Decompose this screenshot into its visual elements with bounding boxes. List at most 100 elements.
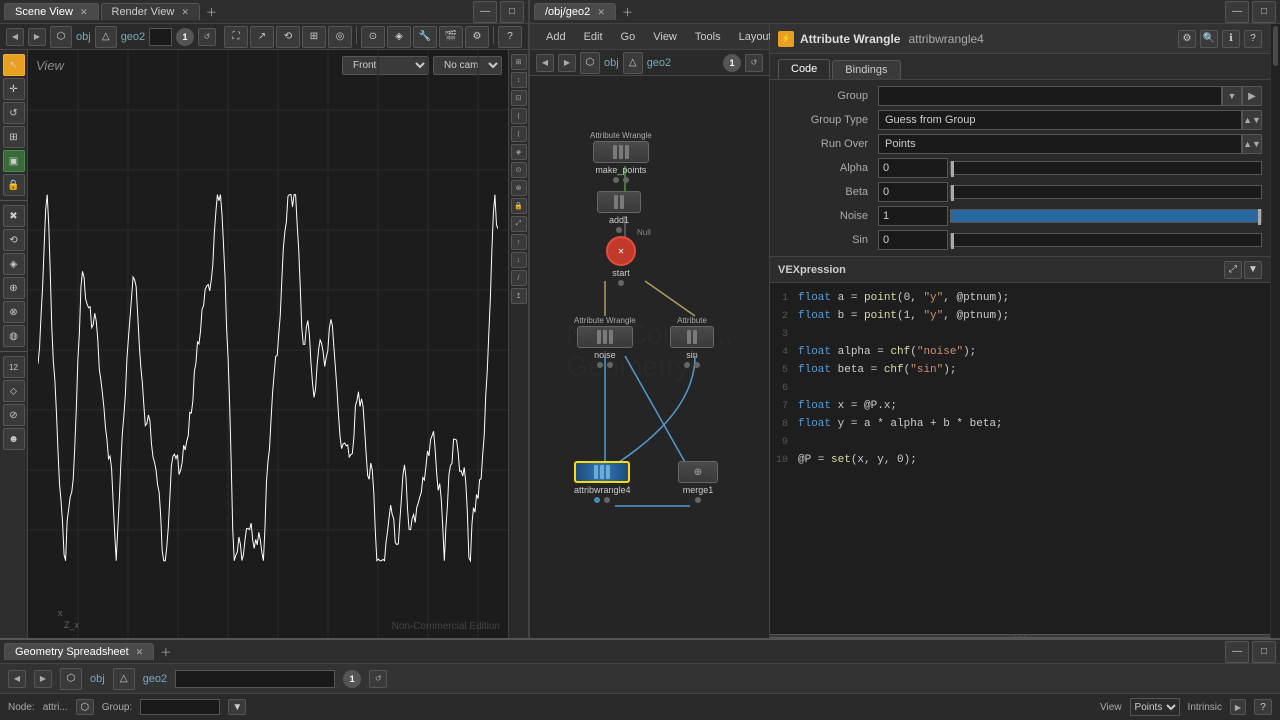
v-tool-8[interactable]: ⬦	[3, 380, 25, 402]
v-tool-7[interactable]: 12	[3, 356, 25, 378]
props-search[interactable]: 🔍	[1200, 30, 1218, 48]
node-noise-body[interactable]	[577, 326, 633, 348]
scale-tool[interactable]: ⊞	[3, 126, 25, 148]
v-tool-5[interactable]: ⊗	[3, 301, 25, 323]
tool-render[interactable]: 🎬	[439, 26, 463, 48]
side-icon-slash[interactable]: /	[511, 270, 527, 286]
add-bottom-tab[interactable]: ＋	[156, 644, 175, 660]
tool-6[interactable]: ⊙	[361, 26, 385, 48]
tool-2[interactable]: ↗	[250, 26, 274, 48]
node-make-points[interactable]: Attribute Wrangle make_points	[590, 131, 652, 183]
menu-go[interactable]: Go	[613, 29, 644, 45]
viewport-canvas[interactable]: View Front Top Side Perspective No cam c…	[28, 50, 508, 638]
tool-9[interactable]: ⚙	[465, 26, 489, 48]
bottom-back[interactable]: ◀	[8, 670, 26, 688]
sin-slider[interactable]	[950, 233, 1262, 247]
node-merge1-body[interactable]: ⊕	[678, 461, 718, 483]
group-filter-btn[interactable]: ▼	[228, 699, 246, 715]
side-icon-1[interactable]: ⊞	[511, 54, 527, 70]
bottom-refresh[interactable]: ↺	[369, 670, 387, 688]
node-noise[interactable]: Attribute Wrangle noise	[574, 316, 636, 368]
help-btn-bottom[interactable]: ?	[1254, 699, 1272, 715]
node-merge1[interactable]: ⊕ merge1	[678, 461, 718, 503]
node-sin-body[interactable]	[670, 326, 714, 348]
sin-value[interactable]	[878, 230, 948, 250]
bottom-path-input[interactable]	[175, 670, 335, 688]
beta-handle[interactable]	[951, 185, 954, 201]
side-icon-5[interactable]: ⟨	[511, 126, 527, 142]
bottom-forward[interactable]: ▶	[34, 670, 52, 688]
side-icon-4[interactable]: ⟨	[511, 108, 527, 124]
v-tool-9[interactable]: ⊘	[3, 404, 25, 426]
side-icon-11[interactable]: ↑	[511, 234, 527, 250]
beta-value[interactable]	[878, 182, 948, 202]
tab-obj-geo2[interactable]: /obj/geo2 ✕	[534, 3, 616, 20]
bottom-geo-icon[interactable]: △	[113, 668, 135, 690]
props-scrollbar[interactable]	[1270, 24, 1280, 638]
front-dropdown[interactable]: Front Top Side Perspective	[342, 56, 429, 75]
bottom-tab-close[interactable]: ✕	[136, 647, 144, 657]
tab-render-close[interactable]: ✕	[181, 7, 189, 17]
v-tool-2[interactable]: ⟲	[3, 229, 25, 251]
alpha-slider[interactable]	[950, 161, 1262, 175]
tool-move[interactable]: ⛶	[224, 26, 248, 48]
transform-tool[interactable]: ✛	[3, 78, 25, 100]
right-back[interactable]: ◀	[536, 54, 554, 72]
forward-btn[interactable]: ▶	[28, 28, 46, 46]
props-info[interactable]: ℹ	[1222, 30, 1240, 48]
play-btn[interactable]: ▶	[1230, 699, 1246, 715]
right-maximize[interactable]: □	[1252, 1, 1276, 23]
node-start-body[interactable]: ✕	[606, 236, 636, 266]
side-icon-6[interactable]: ◈	[511, 144, 527, 160]
node-add1[interactable]: add1	[597, 191, 641, 233]
side-icon-14[interactable]: ↥	[511, 288, 527, 304]
node-start[interactable]: ✕ start	[606, 236, 636, 286]
tool-7[interactable]: ◈	[387, 26, 411, 48]
right-geo-icon[interactable]: △	[623, 52, 643, 74]
right-refresh[interactable]: ↺	[745, 54, 763, 72]
tab-code[interactable]: Code	[778, 59, 830, 79]
v-tool-1[interactable]: ✖	[3, 205, 25, 227]
v-tool-4[interactable]: ⊕	[3, 277, 25, 299]
cam-dropdown[interactable]: No cam cam1	[433, 56, 502, 75]
tab-scene-close[interactable]: ✕	[80, 7, 88, 17]
tab-geo2-close[interactable]: ✕	[597, 7, 605, 17]
noise-handle[interactable]	[1258, 209, 1261, 225]
view-select[interactable]: Points	[1130, 698, 1180, 716]
props-help[interactable]: ?	[1244, 30, 1262, 48]
props-settings[interactable]: ⚙	[1178, 30, 1196, 48]
bottom-obj-icon[interactable]: ⬡	[60, 668, 82, 690]
menu-edit[interactable]: Edit	[576, 29, 611, 45]
right-minimize[interactable]: —	[1225, 1, 1249, 23]
noise-value[interactable]	[878, 206, 948, 226]
viewport-minimize[interactable]: —	[473, 1, 497, 23]
tool-3[interactable]: ⟲	[276, 26, 300, 48]
side-icon-9[interactable]: 🔒	[511, 198, 527, 214]
group-input[interactable]	[878, 86, 1222, 106]
side-icon-10[interactable]: ⤢	[511, 216, 527, 232]
side-icon-3[interactable]: ⊡	[511, 90, 527, 106]
viewport-maximize[interactable]: □	[500, 1, 524, 23]
tool-snap[interactable]: 🔧	[413, 26, 437, 48]
tab-geometry-spreadsheet[interactable]: Geometry Spreadsheet ✕	[4, 643, 154, 660]
code-editor[interactable]: 1 float a = point(0, "y", @ptnum); 2 flo…	[770, 283, 1270, 634]
group-type-dropdown[interactable]: ▲▼	[1242, 110, 1262, 130]
node-attribwrangle4[interactable]: attribwrangle4	[574, 461, 631, 503]
alpha-value[interactable]	[878, 158, 948, 178]
add-right-tab[interactable]: ＋	[618, 4, 637, 20]
add-viewport-tab[interactable]: ＋	[202, 4, 221, 20]
run-over-dropdown[interactable]: ▲▼	[1242, 134, 1262, 154]
noise-slider[interactable]	[950, 209, 1262, 223]
group-input-bottom[interactable]	[140, 699, 220, 715]
node-icon-btn[interactable]: ⬡	[76, 699, 94, 715]
v-tool-6[interactable]: ◍	[3, 325, 25, 347]
v-tool-3[interactable]: ◈	[3, 253, 25, 275]
props-scroll-thumb[interactable]	[1273, 26, 1278, 66]
group-arrow-btn[interactable]: ▶	[1242, 86, 1262, 106]
right-obj-icon[interactable]: ⬡	[580, 52, 600, 74]
menu-view[interactable]: View	[645, 29, 685, 45]
side-icon-7[interactable]: ⊙	[511, 162, 527, 178]
side-icon-2[interactable]: ↕	[511, 72, 527, 88]
v-tool-10[interactable]: ☻	[3, 428, 25, 450]
tab-render-view[interactable]: Render View ✕	[101, 3, 200, 20]
